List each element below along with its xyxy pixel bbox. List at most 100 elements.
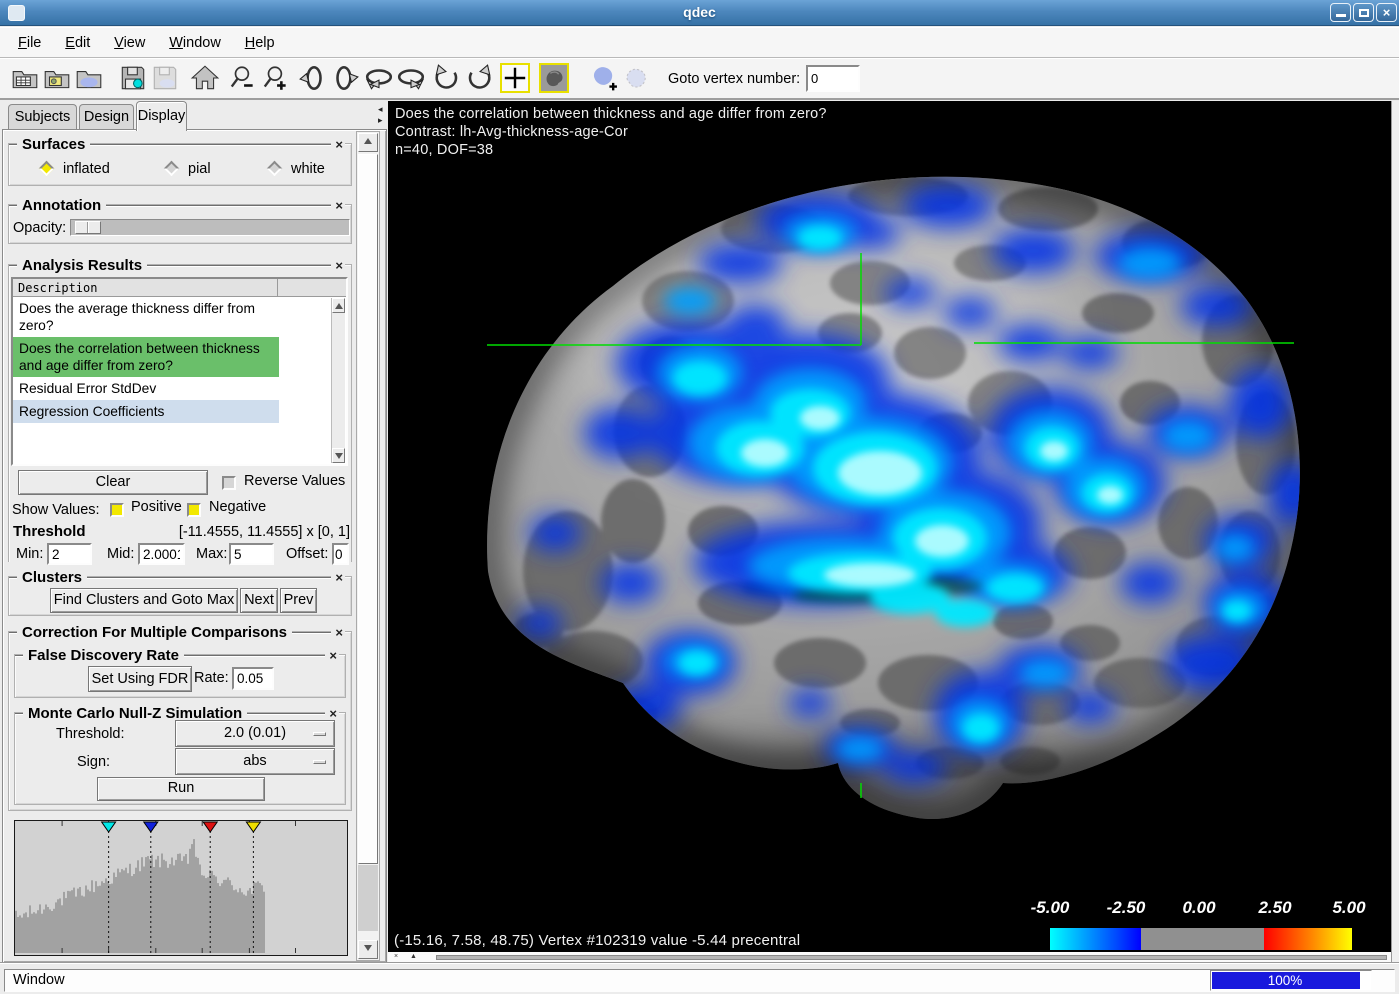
reverse-values-label[interactable]: Reverse Values (244, 473, 345, 489)
prev-cluster-button[interactable]: Prev (280, 588, 317, 613)
maximize-button[interactable] (1353, 3, 1374, 22)
opacity-slider[interactable] (70, 219, 350, 236)
minimize-button[interactable] (1330, 3, 1351, 22)
rotate-left-icon[interactable] (364, 63, 394, 93)
home-icon[interactable] (190, 63, 220, 93)
brain-select-tool-icon[interactable] (539, 63, 569, 93)
progress-bar-label: 100% (1211, 973, 1359, 988)
positive-checkbox[interactable] (110, 503, 124, 517)
fdr-title: False Discovery Rate (23, 647, 184, 664)
rotate-cw-icon[interactable] (464, 63, 494, 93)
positive-label[interactable]: Positive (131, 499, 182, 515)
menu-view[interactable]: View (104, 32, 155, 54)
negative-label[interactable]: Negative (209, 499, 266, 515)
radio-pial-label[interactable]: pial (188, 161, 211, 177)
rotate-right-icon[interactable] (396, 63, 426, 93)
tab-subjects[interactable]: Subjects (8, 104, 77, 130)
open-annotation-icon[interactable] (42, 63, 72, 93)
brain-viewport[interactable]: Does the correlation between thickness a… (388, 101, 1391, 952)
opacity-slider-thumb[interactable] (75, 221, 101, 234)
rotate-down-icon[interactable] (330, 63, 360, 93)
surfaces-close-icon[interactable]: × (331, 137, 345, 152)
analysis-list-header[interactable]: Description (13, 279, 346, 297)
window-title: qdec (0, 4, 1399, 20)
min-input[interactable] (47, 543, 92, 565)
goto-vertex-input[interactable] (806, 65, 860, 92)
open-data-table-icon[interactable] (10, 63, 40, 93)
max-label: Max: (196, 546, 227, 562)
add-marker-icon[interactable] (588, 63, 618, 93)
viewer-horizontal-scrollbar[interactable]: ×▲ (388, 952, 1391, 963)
colorbar-label: 2.50 (1258, 898, 1291, 918)
montecarlo-close-icon[interactable]: × (325, 706, 339, 721)
annotation-title: Annotation (17, 197, 106, 214)
opacity-label: Opacity: (13, 220, 66, 236)
close-button[interactable]: × (1376, 3, 1397, 22)
show-values-label: Show Values: (12, 502, 100, 518)
mc-threshold-dropdown[interactable]: 2.0 (0.01) (175, 720, 335, 747)
menu-edit[interactable]: Edit (55, 32, 100, 54)
analysis-title: Analysis Results (17, 257, 147, 274)
remove-marker-disabled-icon (621, 63, 651, 93)
mid-input[interactable] (138, 543, 185, 565)
tab-scroll-right-icon[interactable]: ▸ (378, 116, 383, 124)
radio-white-label[interactable]: white (291, 161, 325, 177)
panel-scrollbar[interactable] (356, 131, 380, 961)
clusters-title: Clusters (17, 569, 87, 586)
montecarlo-title: Monte Carlo Null-Z Simulation (23, 705, 247, 722)
histogram-plot[interactable] (15, 821, 347, 955)
panel-scrollbar-thumb[interactable] (358, 154, 378, 864)
find-clusters-button[interactable]: Find Clusters and Goto Max (50, 588, 238, 613)
correction-title: Correction For Multiple Comparisons (17, 624, 292, 641)
crosshair-tool-icon[interactable] (500, 63, 530, 93)
fdr-close-icon[interactable]: × (325, 648, 339, 663)
zoom-in-icon[interactable] (261, 63, 291, 93)
zoom-out-icon[interactable] (228, 63, 258, 93)
annotation-close-icon[interactable]: × (331, 198, 345, 213)
clear-button[interactable]: Clear (18, 470, 208, 495)
radio-inflated-label[interactable]: inflated (63, 161, 110, 177)
rate-input[interactable] (232, 667, 274, 690)
reverse-values-checkbox[interactable] (222, 476, 236, 490)
correction-close-icon[interactable]: × (331, 625, 345, 640)
save-screenshot-disabled-icon (150, 63, 180, 93)
analysis-list-scrollbar[interactable] (331, 298, 345, 463)
run-simulation-button[interactable]: Run (97, 777, 265, 801)
tab-scroll-left-icon[interactable]: ◂ (378, 105, 383, 113)
analysis-row-regression[interactable]: Regression Coefficients (13, 400, 279, 423)
surfaces-title: Surfaces (17, 136, 90, 153)
vertex-status-text: (-15.16, 7.58, 48.75) Vertex #102319 val… (394, 932, 800, 950)
clusters-close-icon[interactable]: × (331, 570, 345, 585)
dropdown-indicator-icon (313, 760, 326, 764)
save-data-icon[interactable] (118, 63, 148, 93)
analysis-row-correlation[interactable]: Does the correlation between thickness a… (13, 337, 279, 377)
set-using-fdr-button[interactable]: Set Using FDR (88, 666, 192, 692)
title-bar[interactable]: qdec × (0, 0, 1399, 26)
analysis-row-avg-thickness[interactable]: Does the average thickness differ from z… (13, 297, 279, 337)
mc-threshold-label: Threshold: (56, 726, 125, 742)
tab-design[interactable]: Design (79, 104, 134, 130)
brain-surface-render[interactable] (388, 101, 1391, 952)
next-cluster-button[interactable]: Next (240, 588, 278, 613)
dropdown-indicator-icon (313, 732, 326, 736)
rotate-ccw-icon[interactable] (432, 63, 462, 93)
threshold-histogram[interactable] (14, 820, 348, 956)
viewer-vertical-scrollbar[interactable] (1391, 101, 1399, 963)
analysis-row-residual[interactable]: Residual Error StdDev (13, 377, 279, 400)
menu-window[interactable]: Window (159, 32, 231, 54)
offset-input[interactable] (332, 543, 349, 565)
tab-display[interactable]: Display (136, 101, 187, 131)
rotate-up-icon[interactable] (298, 63, 328, 93)
mc-threshold-value: 2.0 (0.01) (224, 725, 286, 741)
status-bar: Window 100% (0, 963, 1399, 994)
open-surface-icon[interactable] (74, 63, 104, 93)
max-input[interactable] (229, 543, 274, 565)
menu-file[interactable]: File (8, 32, 51, 54)
colorbar-label: 0.00 (1182, 898, 1215, 918)
mc-sign-dropdown[interactable]: abs (175, 748, 335, 775)
menu-help[interactable]: Help (235, 32, 285, 54)
analysis-close-icon[interactable]: × (331, 258, 345, 273)
colorbar-label: -5.00 (1031, 898, 1070, 918)
negative-checkbox[interactable] (187, 503, 201, 517)
toolbar: Goto vertex number: (0, 58, 1399, 100)
